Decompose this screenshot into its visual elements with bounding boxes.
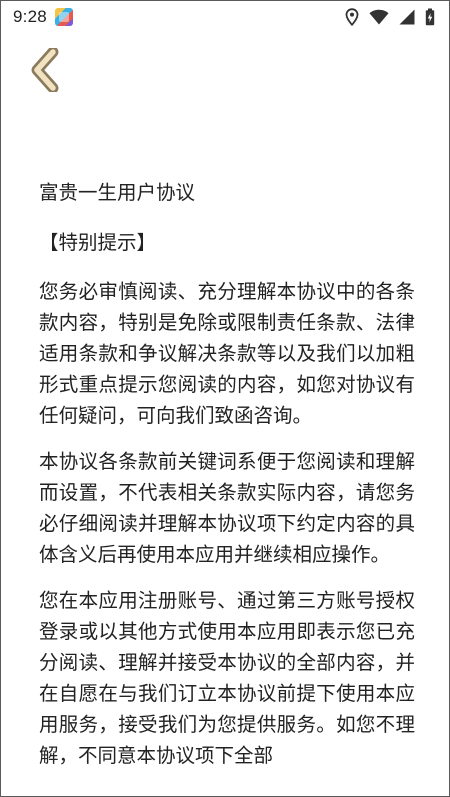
chevron-left-icon — [31, 48, 59, 92]
battery-icon — [425, 8, 435, 26]
app-notification-icon — [54, 8, 73, 26]
status-icons — [345, 8, 435, 26]
page-title: 富贵一生用户协议 — [39, 181, 196, 204]
signal-icon — [399, 9, 415, 25]
location-icon — [345, 8, 359, 26]
agreement-content: 富贵一生用户协议 【特别提示】 您务必审慎阅读、充分理解本协议中的各条款内容，特… — [39, 177, 415, 786]
wifi-icon — [369, 9, 389, 25]
status-bar: 9:28 — [1, 1, 449, 33]
agreement-paragraph: 本协议各条款前关键词系便于您阅读和理解而设置，不代表相关条款实际内容，请您务必仔… — [39, 450, 415, 566]
status-time: 9:28 — [13, 7, 47, 26]
agreement-paragraph: 您务必审慎阅读、充分理解本协议中的各条款内容，特别是免除或限制责任条款、法律适用… — [39, 280, 415, 427]
special-tip-heading: 【特别提示】 — [39, 231, 157, 254]
back-button[interactable] — [23, 45, 69, 95]
agreement-paragraph: 您在本应用注册账号、通过第三方账号授权登录或以其他方式使用本应用即表示您已充分阅… — [39, 589, 415, 767]
